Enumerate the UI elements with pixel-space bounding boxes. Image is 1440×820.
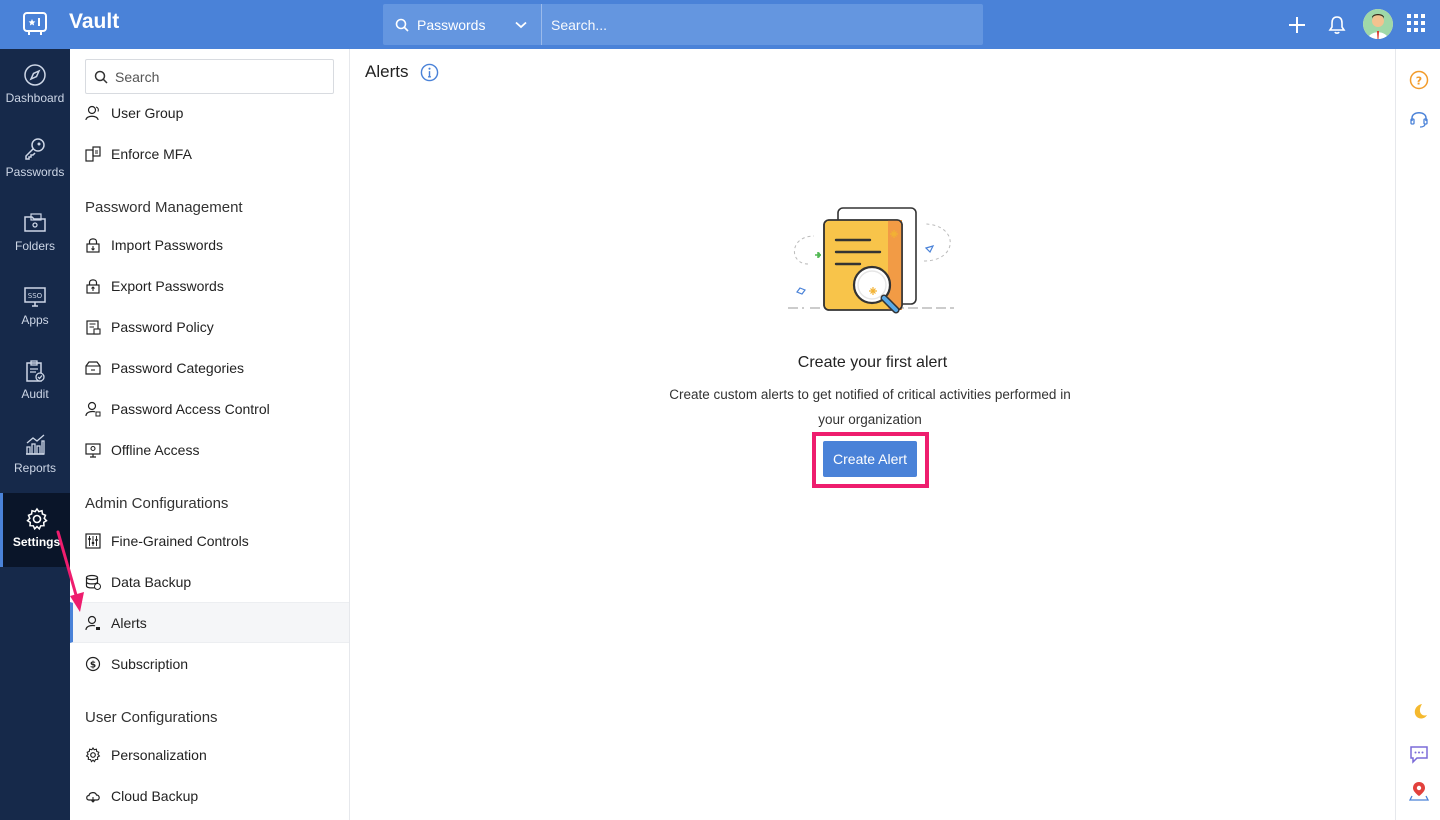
page-header: Alerts (365, 62, 439, 82)
empty-state-illustration (788, 207, 954, 314)
svg-text:SSO: SSO (28, 292, 43, 300)
nav-item-password-categories[interactable]: Password Categories (70, 347, 349, 388)
page-title: Alerts (365, 62, 409, 81)
nav-item-offline-access[interactable]: Offline Access (70, 429, 349, 470)
rail-label: Dashboard (5, 91, 65, 105)
global-search-input[interactable] (542, 4, 983, 45)
nav-item-import-passwords[interactable]: Import Passwords (70, 224, 349, 265)
rail-label: Reports (13, 461, 57, 475)
bell-icon[interactable] (1328, 15, 1346, 35)
search-scope-dropdown[interactable]: Passwords (383, 4, 542, 45)
dark-mode-moon-icon[interactable] (1409, 702, 1429, 722)
rail-label: Apps (21, 313, 49, 327)
rail-item-audit[interactable]: Audit (0, 345, 70, 419)
svg-text:$: $ (90, 660, 96, 670)
apps-grid-icon[interactable] (1407, 14, 1425, 32)
svg-text:?: ? (1416, 75, 1422, 88)
nav-item-user-group[interactable]: User Group (70, 92, 349, 133)
help-icon[interactable]: ? (1409, 70, 1429, 90)
users-icon (85, 105, 99, 120)
chart-icon (26, 434, 45, 455)
cloud-icon (86, 791, 100, 803)
offline-icon (85, 442, 101, 458)
app-title: Vault (69, 10, 120, 33)
search-icon (94, 70, 108, 84)
main-nav-rail: Dashboard Passwords Folders SSO Apps Aud… (0, 49, 70, 820)
search-icon (395, 18, 409, 32)
rail-item-dashboard[interactable]: Dashboard (0, 49, 70, 123)
rail-label: Passwords (5, 165, 65, 179)
categories-icon (85, 360, 101, 375)
add-icon[interactable] (1287, 15, 1307, 35)
settings-search-input[interactable] (115, 68, 315, 85)
chevron-down-icon (515, 21, 527, 28)
nav-item-export-passwords[interactable]: Export Passwords (70, 265, 349, 306)
annotation-arrow (56, 530, 84, 612)
key-icon (25, 138, 45, 160)
right-utility-rail: ? (1395, 49, 1440, 820)
nav-item-password-policy[interactable]: Password Policy (70, 306, 349, 347)
rail-label: Folders (14, 239, 55, 253)
nav-item-subscription[interactable]: $ Subscription (70, 643, 349, 684)
nav-item-personalization[interactable]: Personalization (70, 734, 349, 775)
nav-item-data-backup[interactable]: Data Backup (70, 561, 349, 602)
empty-state-title: Create your first alert (797, 354, 948, 371)
section-title-password-management: Password Management (85, 199, 243, 216)
nav-item-cloud-backup[interactable]: Cloud Backup (70, 775, 349, 816)
settings-search (85, 59, 334, 94)
rail-label: Audit (21, 387, 49, 401)
support-headset-icon[interactable] (1409, 109, 1429, 129)
lock-export-icon (86, 278, 100, 294)
empty-state-description: Create custom alerts to get notified of … (669, 387, 1071, 427)
vault-logo-icon[interactable] (22, 11, 48, 37)
rail-item-reports[interactable]: Reports (0, 419, 70, 493)
compass-icon (24, 64, 46, 86)
nav-item-alerts[interactable]: Alerts (70, 602, 349, 643)
gear-icon (85, 746, 101, 763)
create-alert-button[interactable]: Create Alert (823, 441, 917, 477)
avatar[interactable] (1363, 9, 1393, 39)
search-scope-label: Passwords (417, 16, 486, 33)
dollar-icon: $ (85, 656, 101, 671)
rail-item-apps[interactable]: SSO Apps (0, 271, 70, 345)
rail-item-folders[interactable]: Folders (0, 197, 70, 271)
location-pin-icon[interactable] (1409, 781, 1429, 801)
top-bar: Vault Passwords (0, 0, 1440, 49)
user-avatar-icon (1363, 9, 1393, 39)
rail-item-passwords[interactable]: Passwords (0, 123, 70, 197)
lock-import-icon (86, 237, 100, 253)
mfa-icon (85, 145, 101, 162)
user-lock-icon (85, 401, 101, 416)
nav-item-enforce-mfa[interactable]: Enforce MFA (70, 133, 349, 174)
nav-item-password-access-control[interactable]: Password Access Control (70, 388, 349, 429)
gear-icon (25, 507, 48, 531)
settings-sub-nav: User Group Enforce MFA Password Manageme… (70, 49, 350, 820)
section-title-user-configurations: User Configurations (85, 709, 218, 726)
clipboard-icon (26, 360, 45, 382)
section-title-admin-configurations: Admin Configurations (85, 495, 229, 512)
folder-icon (24, 213, 46, 232)
global-search: Passwords (383, 4, 983, 45)
nav-item-fine-grained-controls[interactable]: Fine-Grained Controls (70, 520, 349, 561)
policy-icon (86, 319, 101, 335)
sso-icon: SSO (24, 287, 46, 307)
chat-icon[interactable] (1409, 744, 1429, 764)
main-content: Alerts Create your first alert Create cu… (350, 49, 1395, 820)
info-icon[interactable] (420, 63, 439, 82)
